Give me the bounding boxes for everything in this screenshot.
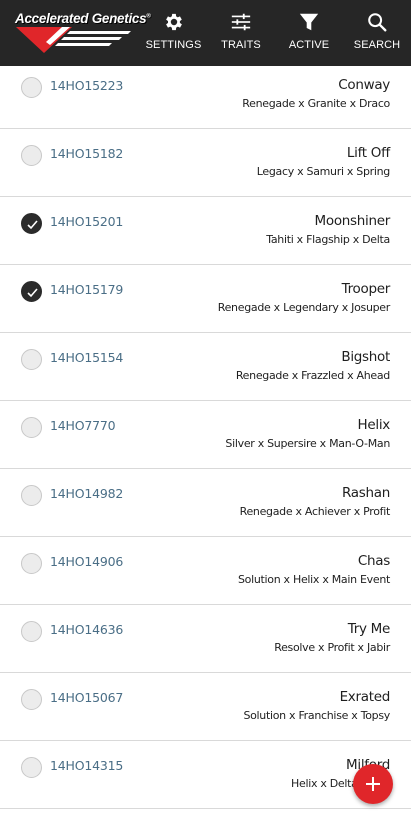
bull-code[interactable]: 14HO14982 [50, 486, 123, 501]
select-radio[interactable] [21, 145, 42, 166]
nav-settings-label: SETTINGS [145, 39, 202, 51]
search-icon [368, 13, 387, 32]
select-radio[interactable] [21, 689, 42, 710]
list-item[interactable]: 14HO14982 Rashan Renegade x Achiever x Pro… [0, 469, 411, 537]
list-item[interactable]: 14HO14636 Try Me Resolve x Profit x Jabir [0, 605, 411, 673]
bull-code[interactable]: 14HO14636 [50, 622, 123, 637]
select-radio[interactable] [21, 349, 42, 370]
bull-pedigree: Legacy x Samuri x Spring [256, 165, 391, 178]
brand-logo[interactable]: Accelerated Genetics® [0, 0, 151, 66]
nav-traits-label: TRAITS [221, 39, 261, 51]
gear-icon [165, 13, 182, 31]
plus-icon [366, 777, 380, 791]
bull-code[interactable]: 14HO15154 [50, 350, 123, 365]
list-item[interactable]: 14HO15179 Trooper Renegade x Legendary x J… [0, 265, 411, 333]
bull-name: Chas [357, 553, 390, 569]
list-item[interactable]: 14HO15223 Conway Renegade x Granite x Drac… [0, 61, 411, 129]
bull-code[interactable]: 14HO15179 [50, 282, 123, 297]
top-app-bar: Accelerated Genetics® SETTINGS TRAITS AC… [0, 0, 411, 66]
bull-name: Lift Off [346, 145, 390, 161]
list-item[interactable]: 14HO15067 Exrated Solution x Franchise x T… [0, 673, 411, 741]
bull-pedigree: Renegade x Frazzled x Ahead [235, 369, 390, 382]
nav-traits[interactable]: TRAITS [207, 0, 275, 66]
select-radio[interactable] [21, 485, 42, 506]
filter-icon [299, 13, 319, 31]
bull-pedigree: Resolve x Profit x Jabir [274, 641, 390, 654]
nav-settings[interactable]: SETTINGS [140, 0, 207, 66]
nav-search[interactable]: SEARCH [343, 0, 411, 66]
list-item[interactable]: 14HO7770 Helix Silver x Supersire x Man-O-… [0, 401, 411, 469]
select-radio[interactable] [21, 621, 42, 642]
logo-chevron-icon [16, 27, 131, 53]
bull-list: 14HO15223 Conway Renegade x Granite x Drac… [0, 61, 411, 823]
checkmark-icon [27, 220, 38, 230]
select-radio[interactable] [21, 77, 42, 98]
select-radio[interactable] [21, 757, 42, 778]
select-radio[interactable] [21, 213, 42, 234]
bull-name: Trooper [341, 281, 391, 297]
bull-pedigree: Tahiti x Flagship x Delta [266, 233, 390, 246]
nav-active[interactable]: ACTIVE [275, 0, 343, 66]
list-item[interactable]: 14HO15201 Moonshiner Tahiti x Flagship x D… [0, 197, 411, 265]
list-item[interactable]: 14HO15182 Lift Off Legacy x Samuri x Sprin… [0, 129, 411, 197]
bull-name: Exrated [339, 689, 391, 705]
top-nav: SETTINGS TRAITS ACTIVE SEARCH [140, 0, 411, 66]
bull-pedigree: Renegade x Achiever x Profit [239, 505, 391, 518]
bull-code[interactable]: 14HO15182 [50, 146, 123, 161]
sliders-icon [231, 13, 251, 31]
bull-name: Moonshiner [314, 213, 391, 229]
bull-pedigree: Renegade x Legendary x Josuper [217, 301, 391, 314]
bull-pedigree: Silver x Supersire x Man-O-Man [225, 437, 390, 450]
nav-active-label: ACTIVE [288, 39, 330, 51]
bull-code[interactable]: 14HO7770 [50, 418, 116, 433]
bull-name: Rashan [342, 485, 390, 501]
bull-pedigree: Solution x Helix x Main Event [237, 573, 390, 586]
nav-search-label: SEARCH [353, 39, 401, 51]
select-radio[interactable] [21, 553, 42, 574]
select-radio[interactable] [21, 417, 42, 438]
bull-pedigree: Solution x Franchise x Topsy [243, 709, 390, 722]
bull-name: Conway [338, 77, 390, 93]
bull-code[interactable]: 14HO14906 [50, 554, 123, 569]
bull-code[interactable]: 14HO15201 [50, 214, 123, 229]
bull-code[interactable]: 14HO15223 [50, 78, 123, 93]
list-item[interactable]: 14HO14906 Chas Solution x Helix x Main Eve… [0, 537, 411, 605]
list-item[interactable]: 14HO15154 Bigshot Renegade x Frazzled x Ah… [0, 333, 411, 401]
checkmark-icon [27, 288, 38, 298]
list-item[interactable]: 14HO14315MilfordHelix x Delta x Sno [0, 741, 411, 809]
bull-code[interactable]: 14HO15067 [50, 690, 123, 705]
bull-name: Try Me [347, 621, 391, 637]
bull-code[interactable]: 14HO14315 [50, 758, 123, 773]
logo-wordmark: Accelerated Genetics® [15, 11, 151, 26]
bull-pedigree: Renegade x Granite x Draco [242, 97, 390, 110]
bull-name: Helix [357, 417, 391, 433]
add-fab-button[interactable] [353, 764, 393, 804]
select-radio[interactable] [21, 281, 42, 302]
bull-name: Bigshot [341, 349, 390, 365]
